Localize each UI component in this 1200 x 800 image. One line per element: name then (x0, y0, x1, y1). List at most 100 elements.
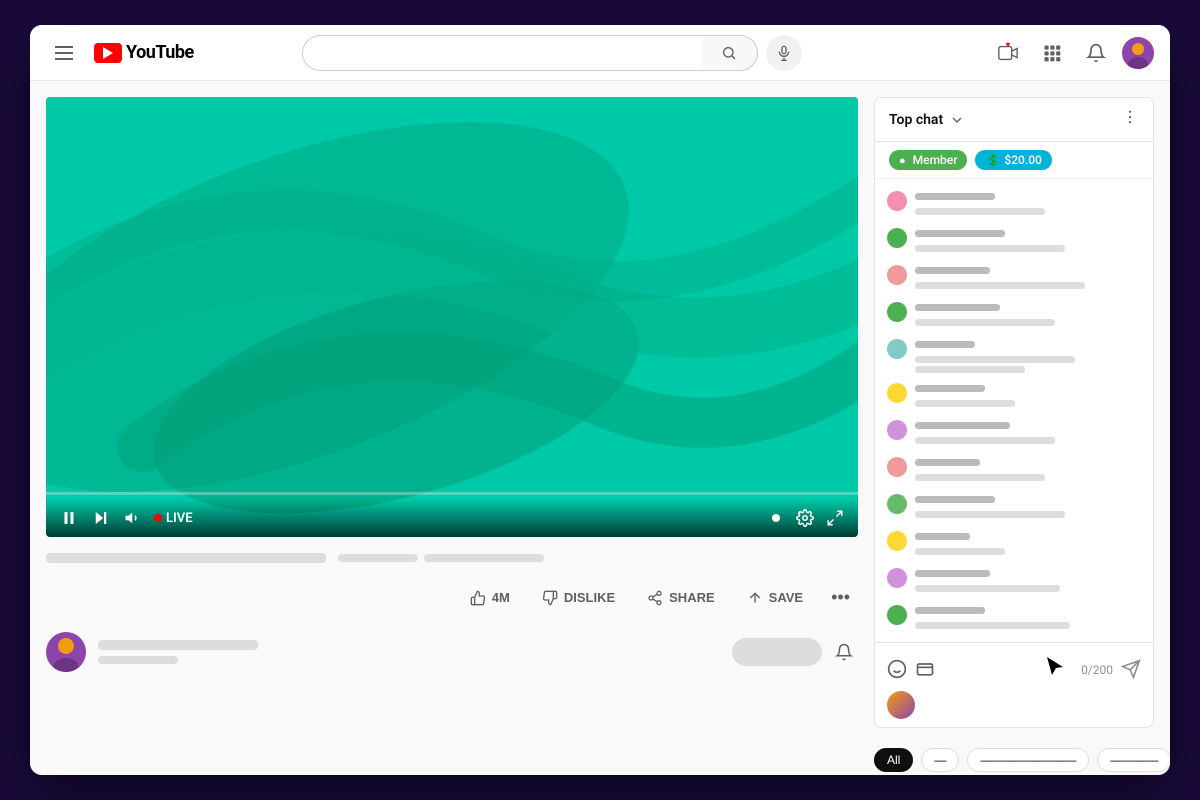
fullscreen-icon (826, 509, 844, 527)
search-button[interactable] (702, 35, 758, 71)
chat-content-4 (915, 337, 1141, 373)
chat-message-11[interactable] (875, 599, 1153, 636)
send-button[interactable] (1121, 659, 1141, 682)
member-filter-pill[interactable]: ● Member (889, 150, 967, 170)
chat-message-3[interactable] (875, 296, 1153, 333)
video-controls: LIVE (46, 499, 858, 537)
volume-button[interactable] (122, 507, 144, 529)
chat-text-input[interactable] (923, 698, 1141, 713)
chat-avatar-4 (887, 339, 907, 359)
notification-bell-button[interactable] (830, 638, 858, 666)
chat-text-line1-3 (915, 319, 1055, 326)
create-icon (997, 42, 1019, 64)
dislike-button[interactable]: DISLIKE (530, 584, 627, 612)
video-background (46, 97, 858, 537)
header: YouTube (30, 25, 1170, 81)
menu-button[interactable] (46, 35, 82, 71)
bell-icon (1086, 43, 1106, 63)
chat-avatar-5 (887, 383, 907, 403)
chat-avatar-11 (887, 605, 907, 625)
chat-message-0[interactable] (875, 185, 1153, 222)
chat-text-line1-1 (915, 245, 1065, 252)
send-icon (1121, 659, 1141, 679)
channel-name (98, 640, 258, 650)
pause-button[interactable] (58, 507, 80, 529)
super-chat-button[interactable] (915, 659, 935, 682)
rec-pill-1[interactable]: — (921, 748, 959, 772)
rec-pill-3[interactable]: ———— (1097, 748, 1170, 772)
logo-area: YouTube (94, 42, 194, 63)
chat-message-10[interactable] (875, 562, 1153, 599)
chat-message-5[interactable] (875, 377, 1153, 414)
create-button[interactable] (990, 35, 1026, 71)
settings-button[interactable] (794, 507, 816, 529)
chat-content-1 (915, 226, 1141, 255)
chat-section: Top chat ● Member (874, 97, 1154, 728)
chat-username-8 (915, 496, 995, 503)
chat-title-area[interactable]: Top chat (889, 112, 965, 128)
video-swirl (46, 97, 858, 537)
chat-more-button[interactable] (1121, 108, 1139, 131)
chat-message-7[interactable] (875, 451, 1153, 488)
dollar-icon (915, 659, 935, 679)
chat-text-line1-8 (915, 511, 1065, 518)
video-title-bar (46, 549, 858, 567)
mouse-cursor-icon (1043, 655, 1067, 679)
rec-pill-2[interactable]: ———————— (967, 748, 1089, 772)
fullscreen-button[interactable] (824, 507, 846, 529)
chat-text-line1-6 (915, 437, 1055, 444)
member-pill-label: Member (913, 153, 958, 167)
emoji-icon (887, 659, 907, 679)
char-count: 0/200 (1081, 663, 1113, 677)
chat-chevron-icon (949, 112, 965, 128)
chat-more-icon (1121, 108, 1139, 126)
search-input[interactable] (302, 35, 702, 71)
user-avatar[interactable] (1122, 37, 1154, 69)
apps-button[interactable] (1034, 35, 1070, 71)
video-player[interactable]: LIVE (46, 97, 858, 537)
share-button[interactable]: SHARE (635, 584, 727, 612)
super-chat-icon: 💲 (985, 153, 1000, 167)
chat-message-2[interactable] (875, 259, 1153, 296)
main-content: LIVE (30, 81, 1170, 775)
search-area (302, 35, 802, 71)
progress-bar[interactable] (46, 492, 858, 495)
recommendations-section: All————————————— 3:20 (874, 744, 1154, 775)
subscribe-area (732, 638, 858, 666)
chat-message-8[interactable] (875, 488, 1153, 525)
chat-message-4[interactable] (875, 333, 1153, 377)
chat-avatar-0 (887, 191, 907, 211)
video-meta-item-1 (338, 554, 418, 562)
skip-button[interactable] (90, 507, 112, 529)
dislike-icon (542, 590, 558, 606)
emoji-button[interactable] (887, 659, 907, 682)
rec-pill-0[interactable]: All (874, 748, 913, 772)
save-icon (747, 590, 763, 606)
chat-text-line2-4 (915, 366, 1025, 373)
subscribe-button[interactable] (732, 638, 822, 666)
miniplayer-toggle[interactable] (766, 508, 786, 528)
chat-input-area: 0/200 (875, 642, 1153, 727)
chat-message-6[interactable] (875, 414, 1153, 451)
browser-window: YouTube (30, 25, 1170, 775)
like-icon (470, 590, 486, 606)
super-chat-filter-pill[interactable]: 💲 $20.00 (975, 150, 1051, 170)
like-button[interactable]: 4M (458, 584, 522, 612)
live-text: LIVE (166, 511, 193, 526)
settings-icon (796, 509, 814, 527)
chat-username-10 (915, 570, 990, 577)
save-button[interactable]: SAVE (735, 584, 815, 612)
chat-user-avatar (887, 691, 915, 719)
bell-icon-channel (835, 643, 853, 661)
channel-row (46, 628, 858, 676)
chat-text-line1-4 (915, 356, 1075, 363)
chat-message-1[interactable] (875, 222, 1153, 259)
more-options-button[interactable]: ••• (823, 583, 858, 612)
chat-messages-list[interactable] (875, 179, 1153, 642)
voice-search-button[interactable] (766, 35, 802, 71)
notifications-button[interactable] (1078, 35, 1114, 71)
chat-avatar-3 (887, 302, 907, 322)
chat-avatar-10 (887, 568, 907, 588)
chat-message-9[interactable] (875, 525, 1153, 562)
chat-input-row (887, 691, 1141, 719)
